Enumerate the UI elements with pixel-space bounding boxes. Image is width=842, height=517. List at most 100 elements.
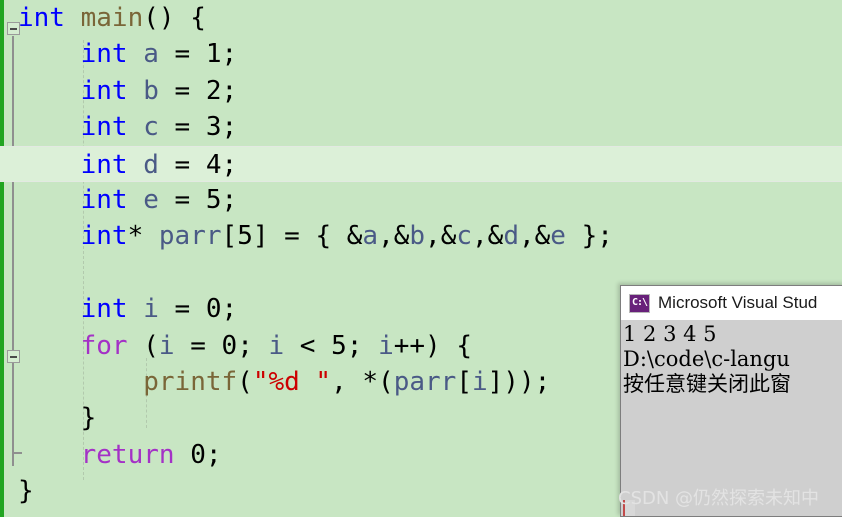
code-token: } <box>18 476 34 507</box>
code-token: int <box>80 294 128 325</box>
line-main-signature[interactable]: int main() { <box>0 0 842 36</box>
code-token: c <box>456 221 473 252</box>
code-token: [ <box>221 221 238 252</box>
code-token: 2 <box>205 75 222 106</box>
code-token: ,& <box>378 221 410 252</box>
code-token: printf <box>143 366 238 397</box>
code-token: e <box>550 221 566 252</box>
code-token: c <box>143 112 159 143</box>
code-token: a <box>362 221 379 252</box>
code-token: * <box>127 221 159 252</box>
code-token: e <box>143 184 159 215</box>
code-token: i <box>143 294 159 325</box>
line-decl-e[interactable]: int e = 5; <box>0 182 842 218</box>
code-token: = <box>158 112 206 143</box>
code-token: ( <box>237 366 253 397</box>
code-token: parr <box>158 221 222 252</box>
code-token: d <box>503 221 519 252</box>
console-window-icon: C:\ <box>629 293 650 313</box>
code-token: ,& <box>425 221 457 252</box>
code-token: = <box>158 149 206 180</box>
code-token: 5 <box>331 330 347 361</box>
console-icon-glyph: C:\ <box>631 297 648 308</box>
line-decl-b[interactable]: int b = 2; <box>0 73 842 109</box>
code-token: i <box>378 330 394 361</box>
code-token: i <box>158 330 175 361</box>
line-decl-a[interactable]: int a = 1; <box>0 36 842 72</box>
console-window[interactable]: C:\ Microsoft Visual Stud 1 2 3 4 5 D:\co… <box>620 285 842 517</box>
code-token: a <box>143 39 159 70</box>
code-token: d <box>143 149 159 180</box>
code-token: ; <box>346 330 379 361</box>
code-token: = <box>158 39 206 70</box>
code-token: 0 <box>205 294 222 325</box>
code-token: () { <box>143 3 206 33</box>
code-token: , *( <box>331 366 394 397</box>
code-token: return <box>80 439 175 470</box>
code-token: main <box>80 3 144 33</box>
code-token: int <box>80 75 128 106</box>
console-caret <box>623 500 635 516</box>
code-token: ] = { & <box>252 221 363 252</box>
code-editor[interactable]: int main() { int a = 1; int b = 2; int c… <box>0 0 842 517</box>
code-token: ; <box>221 184 238 215</box>
code-token: ; <box>221 149 238 180</box>
line-decl-d[interactable]: int d = 4; <box>0 145 842 182</box>
code-token: = <box>174 330 222 361</box>
code-token: b <box>143 75 159 106</box>
console-output-line: 按任意键关闭此窗 <box>623 372 791 396</box>
code-token: 3 <box>205 112 222 143</box>
console-output-line: 1 2 3 4 5 <box>623 322 717 346</box>
line-decl-c[interactable]: int c = 3; <box>0 109 842 145</box>
code-token: ; <box>205 439 222 470</box>
code-token: i <box>472 366 488 397</box>
code-token: 0 <box>221 330 238 361</box>
code-token: ; <box>221 39 238 70</box>
code-token: ,& <box>472 221 504 252</box>
code-token: b <box>409 221 426 252</box>
code-token: for <box>80 330 128 361</box>
code-token: = <box>158 294 206 325</box>
console-window-title: Microsoft Visual Stud <box>658 293 818 312</box>
code-token: ; <box>221 294 238 325</box>
code-token: 0 <box>190 439 206 470</box>
code-token: ; <box>221 75 238 106</box>
code-token: } <box>18 403 97 434</box>
code-token: ])); <box>487 366 551 397</box>
code-token: parr <box>393 366 457 397</box>
code-token: = <box>158 184 206 215</box>
code-token: int <box>18 3 65 33</box>
code-token: int <box>80 221 128 252</box>
console-output: 1 2 3 4 5 D:\code\c-langu 按任意键关闭此窗 <box>621 320 842 397</box>
code-token: "%d " <box>252 366 332 397</box>
code-token: int <box>80 112 128 143</box>
code-token: ++) { <box>393 330 473 361</box>
console-titlebar[interactable]: C:\ Microsoft Visual Stud <box>621 286 842 320</box>
code-token: int <box>80 184 128 215</box>
code-token: ; <box>221 112 238 143</box>
code-token: 1 <box>205 39 222 70</box>
line-decl-parr[interactable]: int* parr[5] = { &a,&b,&c,&d,&e }; <box>0 218 842 254</box>
code-token: 4 <box>205 149 222 180</box>
code-token: }; <box>565 221 613 252</box>
console-output-line: D:\code\c-langu <box>623 347 790 371</box>
